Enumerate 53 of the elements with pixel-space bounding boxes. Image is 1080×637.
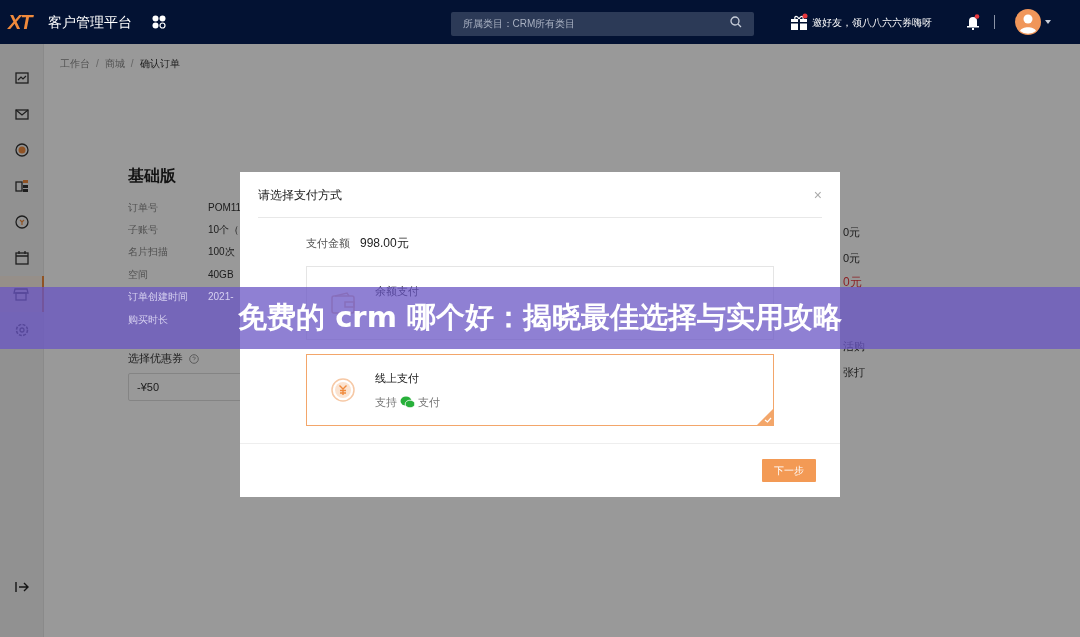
chart-icon	[13, 70, 30, 86]
bell-icon[interactable]	[965, 14, 980, 30]
option-title: 余额支付	[375, 284, 419, 299]
field-value: POM11	[208, 200, 242, 215]
cards-icon	[13, 178, 30, 194]
mail-icon	[13, 106, 30, 122]
coupon-label: 选择优惠券	[128, 351, 183, 367]
breadcrumb-current: 确认订单	[139, 57, 180, 71]
option-note: 支持	[375, 395, 397, 410]
price-text: 张打	[843, 364, 865, 380]
chat-bubbles-icon	[400, 396, 415, 409]
option-note: 支付	[418, 395, 440, 410]
breadcrumb-link[interactable]: 商城	[104, 56, 125, 71]
breadcrumb-separator: /	[130, 57, 134, 71]
logo: XT	[8, 10, 32, 35]
field-label: 名片扫描	[128, 245, 169, 260]
next-button[interactable]: 下一步	[762, 459, 816, 482]
search-icon[interactable]	[729, 16, 742, 28]
calendar-icon	[13, 250, 30, 266]
selected-check-icon	[757, 409, 773, 425]
field-value: 2021-	[208, 290, 234, 305]
amount-label: 支付金额	[306, 236, 350, 251]
field-label: 子账号	[128, 223, 159, 238]
price-text: 0元	[843, 275, 863, 289]
banner-title: 免费的 crm 哪个好：揭晓最佳选择与实用攻略	[238, 299, 842, 337]
field-value: 40GB	[208, 267, 234, 282]
breadcrumb-link[interactable]: 工作台	[60, 56, 90, 71]
breadcrumb-separator: /	[96, 57, 99, 71]
price-text: 活购	[843, 339, 865, 354]
price-text: 0元	[843, 250, 862, 266]
close-button[interactable]: ×	[813, 187, 822, 202]
price-text: 0元	[843, 225, 862, 240]
collapse-arrow-icon[interactable]	[15, 581, 29, 593]
yuan-coin-icon	[331, 378, 355, 402]
app-title: 客户管理平台	[47, 12, 132, 32]
help-icon	[189, 353, 199, 364]
dialog-title: 请选择支付方式	[258, 186, 342, 204]
option-title: 线上支付	[375, 370, 420, 386]
field-label: 购买时长	[128, 312, 169, 327]
plan-title: 基础版	[128, 166, 177, 186]
gift-icon[interactable]	[789, 13, 808, 31]
field-label: 空间	[128, 267, 149, 282]
field-label: 订单创建时间	[128, 290, 189, 305]
caret-icon[interactable]	[1044, 20, 1051, 24]
search-field[interactable]: 所属类目：CRM所有类目	[450, 11, 754, 36]
field-value: 100次	[208, 245, 235, 260]
coin-icon	[13, 142, 30, 158]
amount-value: 998.00元	[360, 235, 409, 252]
avatar-icon[interactable]	[1014, 9, 1041, 35]
payment-option[interactable]: 线上支付 支持 支付	[306, 354, 774, 426]
field-value: 10个（	[208, 223, 240, 238]
apps-icon[interactable]	[151, 15, 166, 29]
invite-link[interactable]: 邀好友，领八八六六券嗨呀	[811, 14, 932, 30]
